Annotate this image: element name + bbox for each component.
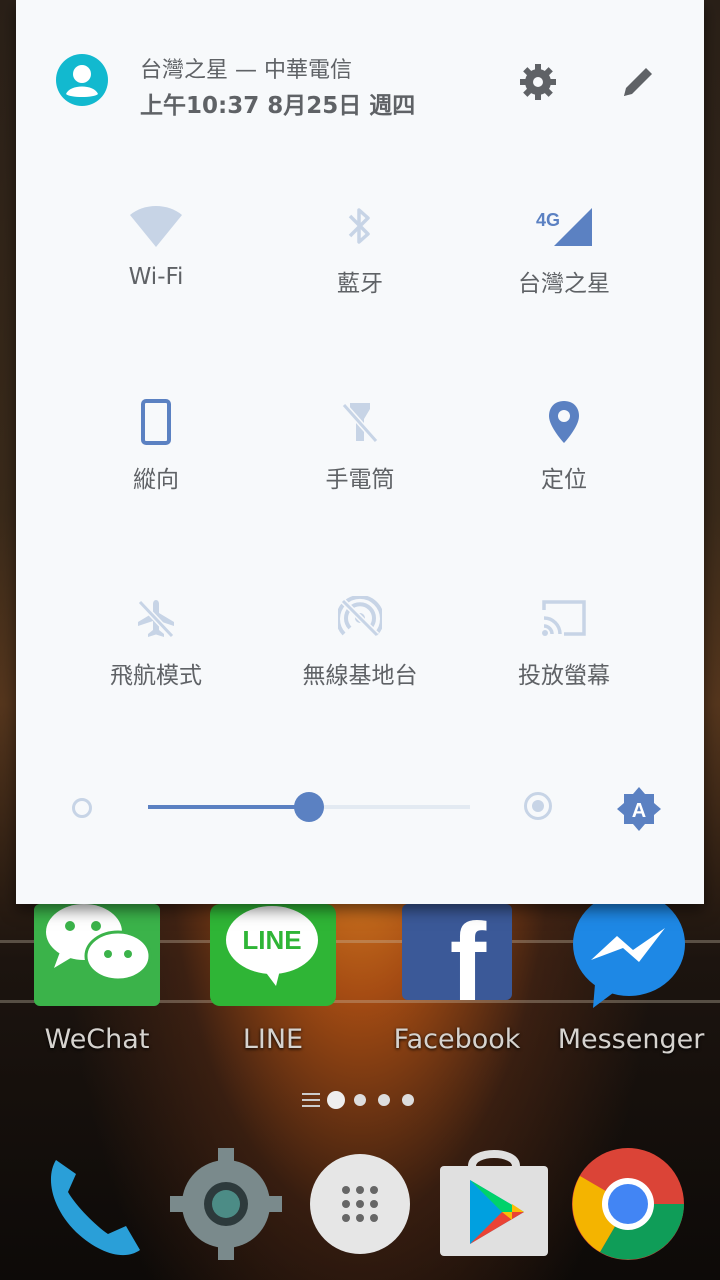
tile-cast[interactable]: 投放螢幕: [462, 588, 666, 718]
facebook-icon: f: [402, 901, 512, 1024]
tile-label: 定位: [541, 467, 587, 493]
app-facebook[interactable]: f Facebook: [392, 901, 522, 1055]
portrait-rotation-icon: [141, 399, 171, 445]
location-icon: [549, 401, 579, 443]
cast-icon: [542, 600, 586, 636]
tile-label: 無線基地台: [302, 663, 418, 689]
airplane-mode-icon: [137, 599, 175, 639]
tile-label: 飛航模式: [110, 663, 202, 689]
gear-icon: [520, 64, 556, 100]
auto-brightness-icon: A: [617, 787, 661, 831]
play-store-icon[interactable]: [436, 1146, 552, 1262]
tile-airplane[interactable]: 飛航模式: [54, 588, 258, 718]
brightness-high-icon: [524, 792, 552, 820]
phone-icon[interactable]: [36, 1146, 152, 1262]
quick-settings-panel: 台灣之星 — 中華電信 上午10:37 8月25日 週四 Wi-Fi 藍牙 4G…: [16, 0, 704, 904]
brightness-low-icon: [72, 798, 92, 818]
settings-button[interactable]: [518, 62, 558, 102]
app-drawer-icon[interactable]: [302, 1146, 418, 1262]
line-logo-text: LINE: [242, 925, 301, 955]
chrome-icon[interactable]: [570, 1146, 686, 1262]
app-label: WeChat: [44, 1024, 150, 1055]
carrier-name: 台灣之星 — 中華電信: [140, 58, 352, 83]
tile-label: 縱向: [133, 467, 179, 493]
app-messenger[interactable]: Messenger: [558, 892, 704, 1055]
date-time: 上午10:37 8月25日 週四: [140, 93, 416, 119]
tile-wifi[interactable]: Wi-Fi: [54, 196, 258, 326]
tile-label: 台灣之星: [518, 271, 610, 297]
tile-bluetooth[interactable]: 藍牙: [258, 196, 462, 326]
tile-location[interactable]: 定位: [462, 392, 666, 522]
tile-hotspot[interactable]: 無線基地台: [258, 588, 462, 718]
tile-label: Wi-Fi: [128, 264, 184, 290]
tile-label: 藍牙: [337, 271, 383, 297]
app-label: Messenger: [557, 1024, 705, 1055]
auto-brightness-label: A: [632, 800, 646, 822]
hotspot-off-icon: [338, 596, 382, 638]
pencil-icon: [624, 68, 652, 96]
wifi-icon: [130, 206, 182, 247]
user-avatar[interactable]: [56, 54, 108, 106]
app-line[interactable]: LINE LINE: [208, 904, 338, 1055]
brightness-slider[interactable]: [148, 792, 470, 822]
line-icon: LINE: [210, 904, 336, 1006]
tile-label: 手電筒: [325, 467, 395, 493]
tile-rotation[interactable]: 縱向: [54, 392, 258, 522]
flashlight-off-icon: [341, 403, 379, 443]
tile-flashlight[interactable]: 手電筒: [258, 392, 462, 522]
bluetooth-icon: [348, 208, 370, 244]
network-type-badge: 4G: [536, 210, 560, 230]
app-label: LINE: [242, 1024, 304, 1055]
facebook-logo-text: f: [450, 904, 487, 1000]
page-indicator: [302, 1091, 414, 1109]
wechat-icon: [34, 904, 160, 1006]
app-label: Facebook: [393, 1024, 521, 1055]
app-wechat[interactable]: WeChat: [32, 904, 162, 1055]
brightness-fill: [148, 805, 309, 809]
messenger-icon: [573, 892, 685, 1008]
account-icon: [66, 65, 98, 97]
edit-button[interactable]: [618, 62, 658, 102]
tile-cellular[interactable]: 4G 台灣之星: [462, 196, 666, 326]
cellular-4g-icon: 4G: [536, 208, 592, 246]
brightness-thumb[interactable]: [294, 792, 324, 822]
auto-brightness-button[interactable]: A: [616, 786, 662, 832]
tile-label: 投放螢幕: [518, 663, 610, 689]
settings-icon[interactable]: [168, 1146, 284, 1262]
